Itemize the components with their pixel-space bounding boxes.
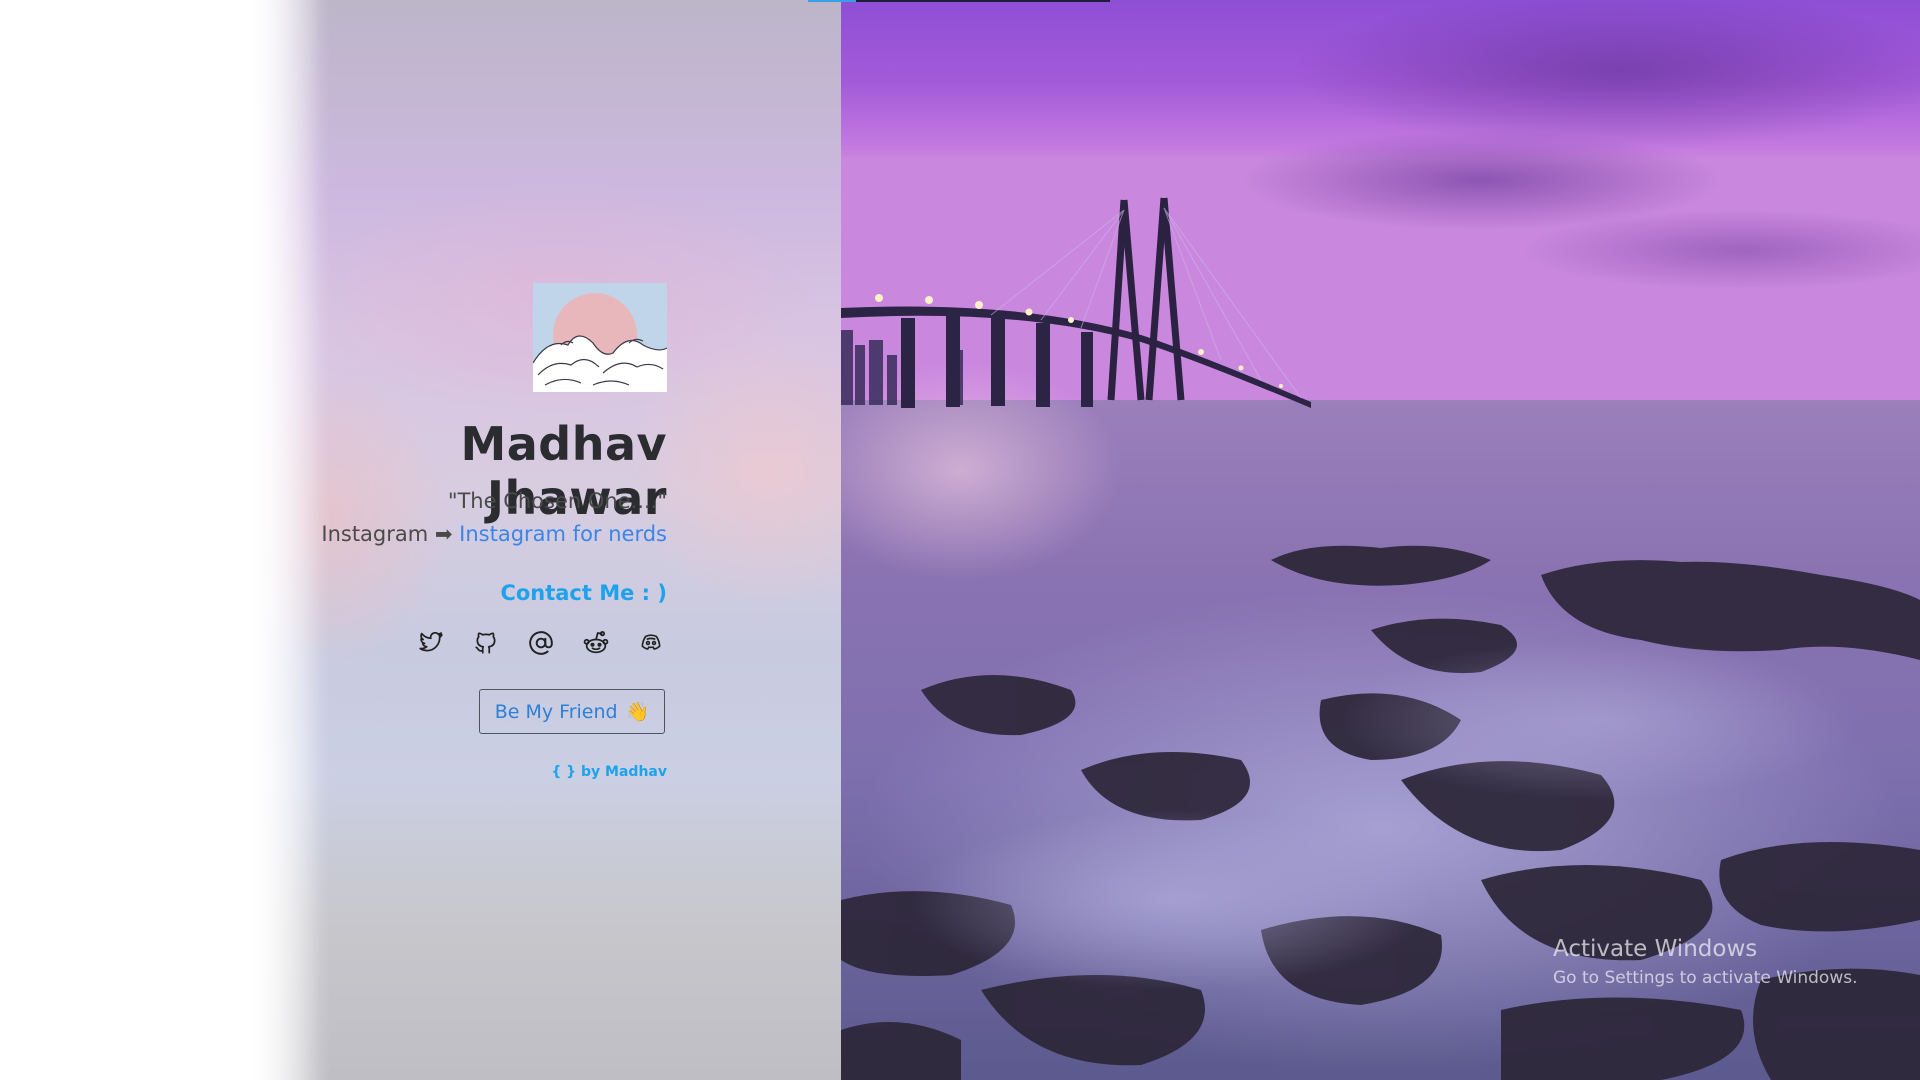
twitter-icon[interactable] bbox=[415, 627, 447, 659]
activate-windows-watermark: Activate Windows Go to Settings to activ… bbox=[1553, 936, 1858, 988]
github-icon[interactable] bbox=[470, 627, 502, 659]
reddit-icon[interactable] bbox=[580, 627, 612, 659]
watermark-subtitle: Go to Settings to activate Windows. bbox=[1553, 968, 1858, 988]
watermark-title: Activate Windows bbox=[1553, 936, 1758, 962]
waving-hand-icon: 👋 bbox=[625, 701, 650, 723]
page: Madhav Jhawar "The Chosen One...." Insta… bbox=[0, 0, 1920, 1080]
wave-sun-avatar-image bbox=[533, 283, 667, 392]
loading-progress-bar bbox=[808, 0, 1110, 2]
sea-link-photo bbox=[841, 0, 1920, 1080]
discord-icon[interactable] bbox=[635, 627, 667, 659]
instagram-line: Instagram ➡ Instagram for nerds bbox=[260, 522, 667, 546]
instagram-link[interactable]: Instagram for nerds bbox=[459, 522, 667, 546]
instagram-prefix: Instagram ➡ bbox=[321, 522, 460, 546]
hero-image bbox=[841, 0, 1920, 1080]
avatar bbox=[533, 283, 667, 392]
be-my-friend-label: Be My Friend bbox=[494, 700, 618, 723]
loading-progress-fill bbox=[808, 0, 857, 2]
tagline: "The Chosen One...." bbox=[447, 489, 667, 513]
social-links bbox=[400, 627, 667, 659]
at-sign-icon[interactable] bbox=[525, 627, 557, 659]
contact-heading: Contact Me : ) bbox=[500, 581, 667, 605]
be-my-friend-button[interactable]: Be My Friend 👋 bbox=[479, 689, 665, 734]
footer-credit: { } by Madhav bbox=[551, 764, 667, 780]
